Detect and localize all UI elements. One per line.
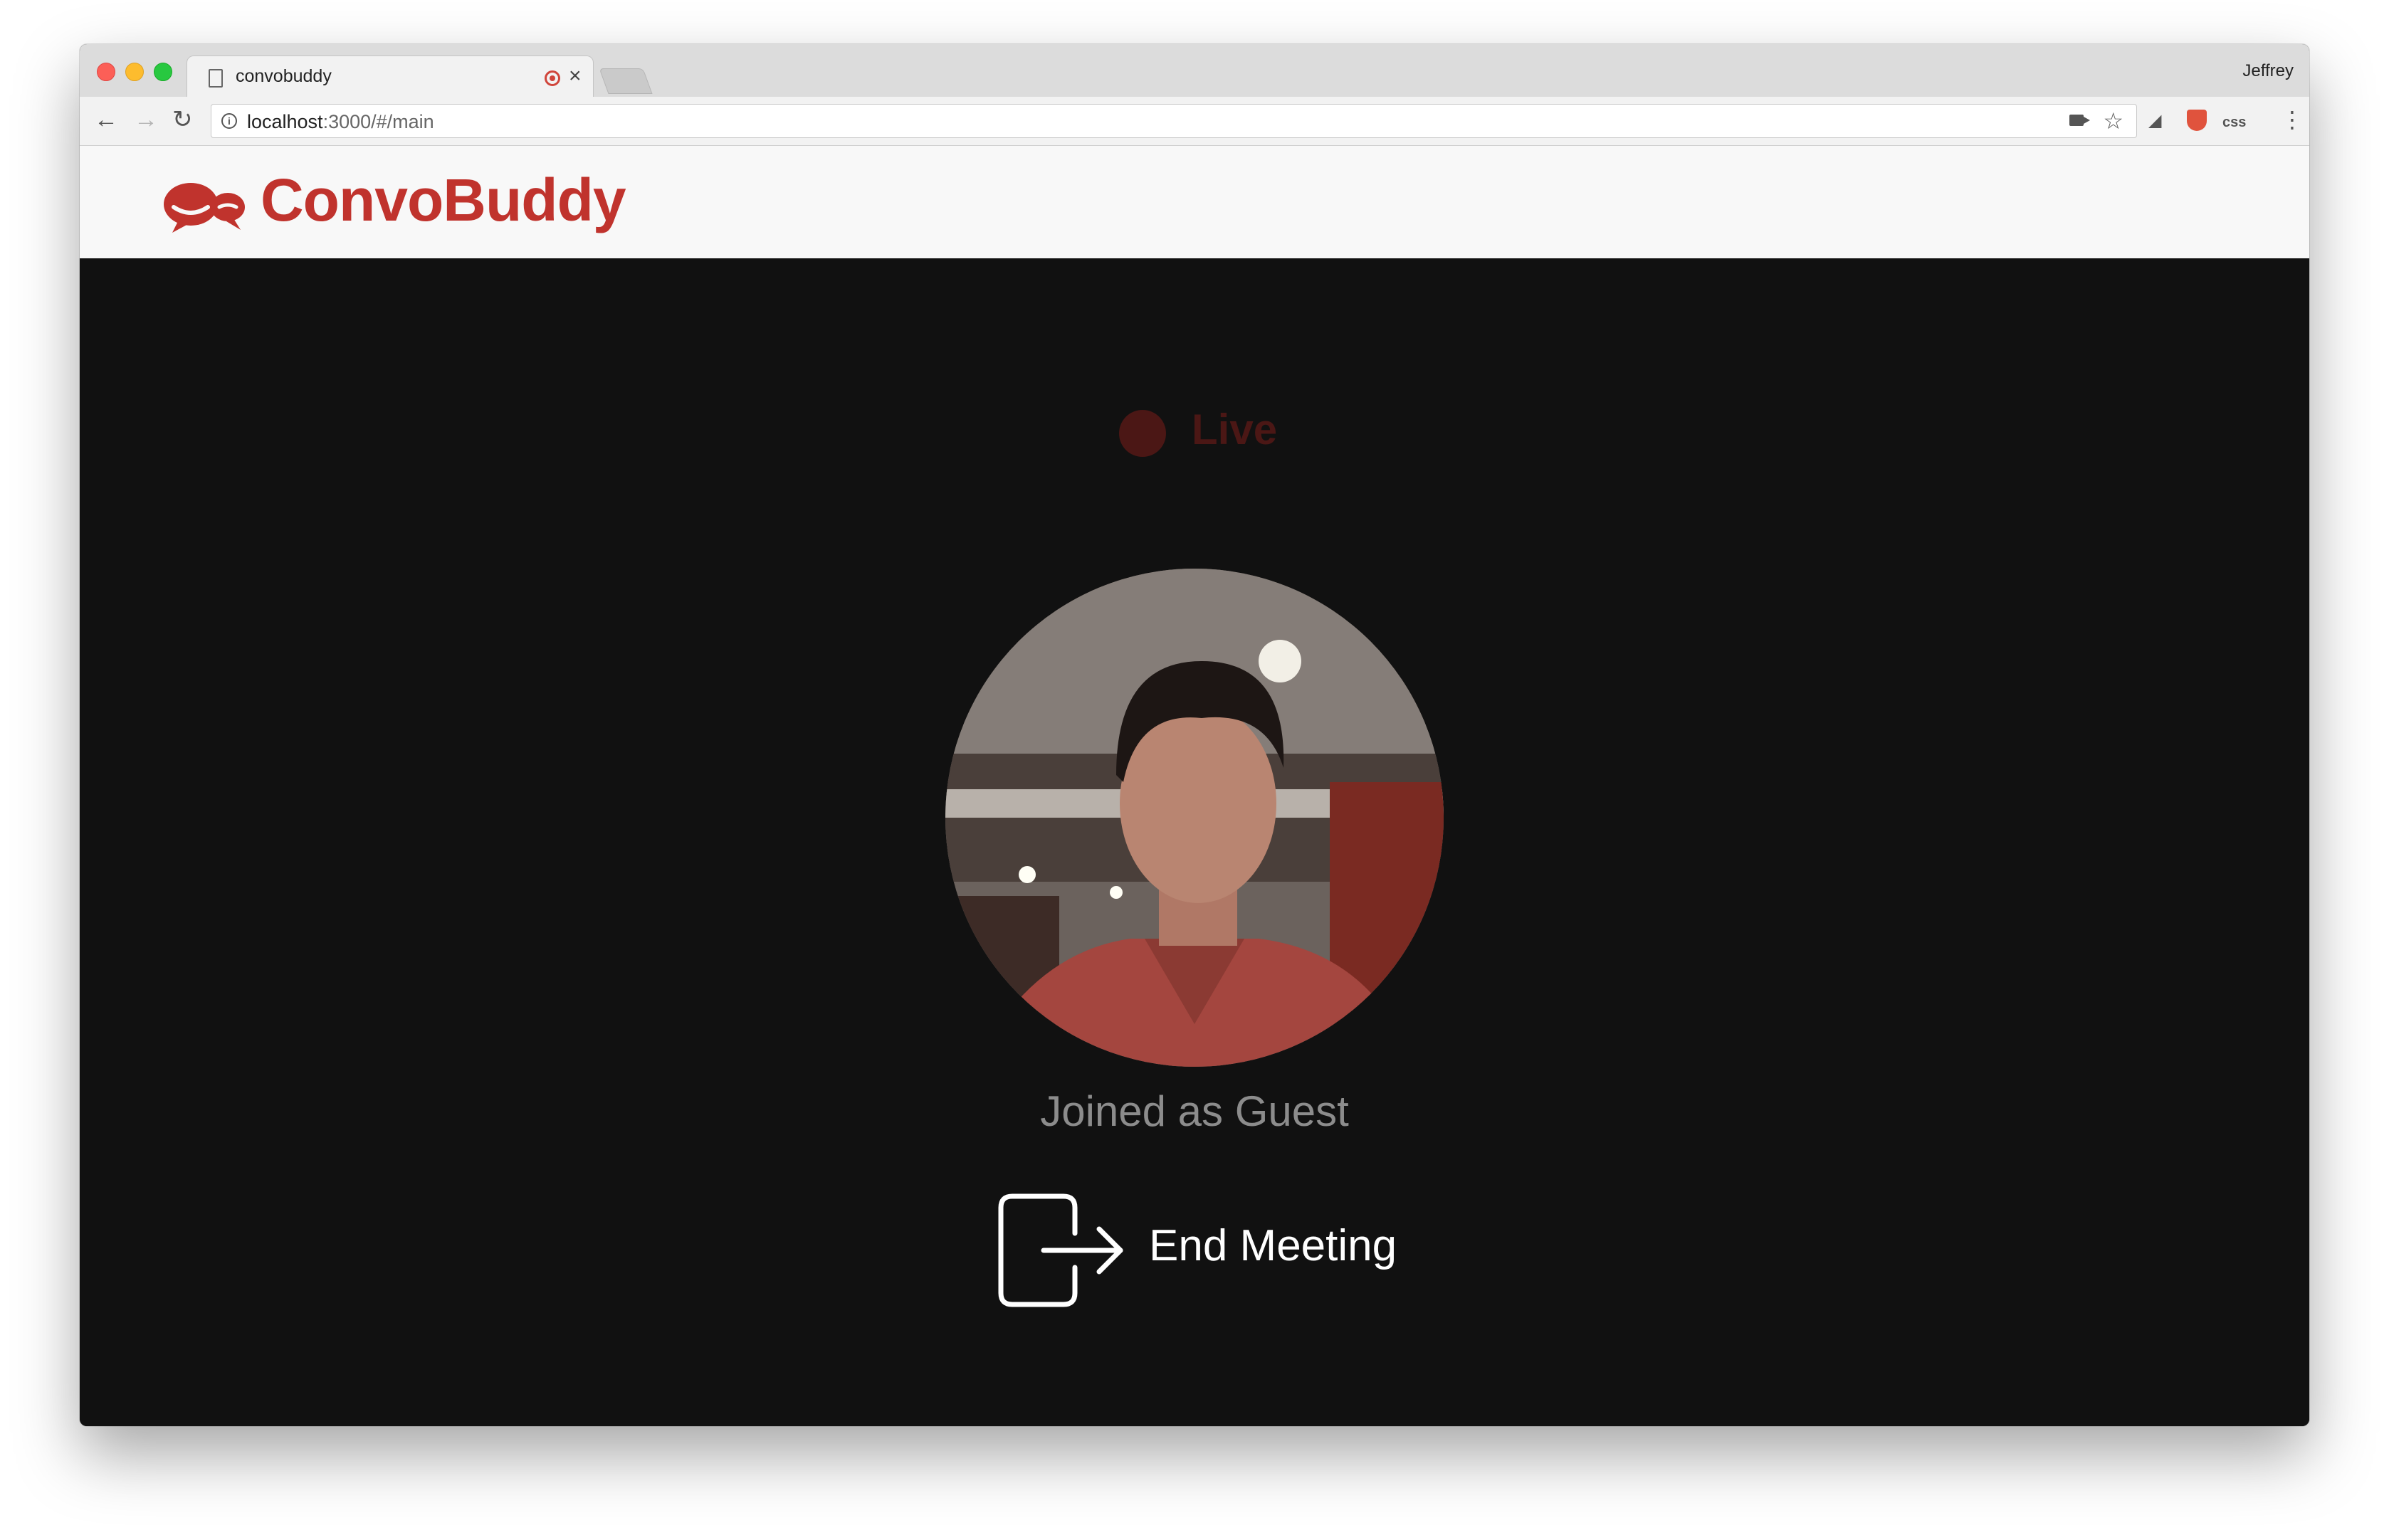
end-meeting-label: End Meeting: [1149, 1221, 1397, 1270]
chat-bubbles-logo-icon[interactable]: [162, 180, 246, 234]
back-arrow-icon[interactable]: ←: [94, 107, 118, 132]
exit-door-icon: [998, 1193, 1123, 1307]
forward-arrow-icon[interactable]: →: [134, 107, 158, 132]
tab-close-icon[interactable]: ×: [569, 63, 582, 89]
bookmark-star-icon[interactable]: ☆: [2103, 107, 2123, 135]
meeting-panel: Live Joined as Guest End Meeting: [80, 258, 2309, 1426]
end-meeting-button[interactable]: End Meeting: [995, 1192, 1422, 1309]
join-status-text: Joined as Guest: [1040, 1087, 1349, 1135]
css-extension-icon[interactable]: css: [2222, 110, 2246, 135]
browser-tab[interactable]: convobuddy ×: [187, 56, 594, 99]
close-window-button[interactable]: [97, 63, 115, 81]
browser-menu-icon[interactable]: ⋮: [2281, 105, 2304, 134]
minimize-window-button[interactable]: [125, 63, 144, 81]
tab-strip: convobuddy × Jeffrey: [80, 44, 2309, 99]
brand-name[interactable]: ConvoBuddy: [261, 166, 626, 235]
paint-bucket-extension-icon[interactable]: ◢: [2148, 108, 2161, 134]
maximize-window-button[interactable]: [154, 63, 172, 81]
app-header: ConvoBuddy: [80, 146, 2309, 258]
profile-name[interactable]: Jeffrey: [2242, 61, 2294, 81]
browser-toolbar: ← → ↻ i localhost:3000/#/main ☆ ◢ css ⋮: [80, 97, 2309, 146]
site-info-icon[interactable]: i: [221, 113, 237, 129]
browser-window: convobuddy × Jeffrey ← → ↻ i localhost:3…: [80, 44, 2309, 1426]
live-label: Live: [1192, 406, 1278, 453]
recording-indicator-icon: [545, 70, 560, 86]
live-indicator-dot: [1119, 410, 1166, 457]
camera-in-use-icon[interactable]: [2069, 115, 2090, 126]
new-tab-button[interactable]: [599, 68, 653, 94]
video-frame-image: [945, 569, 1444, 1067]
document-icon: [209, 69, 223, 88]
shield-extension-icon[interactable]: [2187, 110, 2207, 131]
url-path: :3000/#/main: [322, 111, 434, 132]
url-host: localhost: [247, 111, 323, 132]
url-text[interactable]: localhost:3000/#/main: [247, 111, 434, 133]
reload-icon[interactable]: ↻: [172, 107, 193, 132]
camera-video-feed: [945, 569, 1444, 1067]
tab-title: convobuddy: [236, 66, 332, 86]
address-bar[interactable]: i localhost:3000/#/main ☆: [211, 104, 2137, 138]
